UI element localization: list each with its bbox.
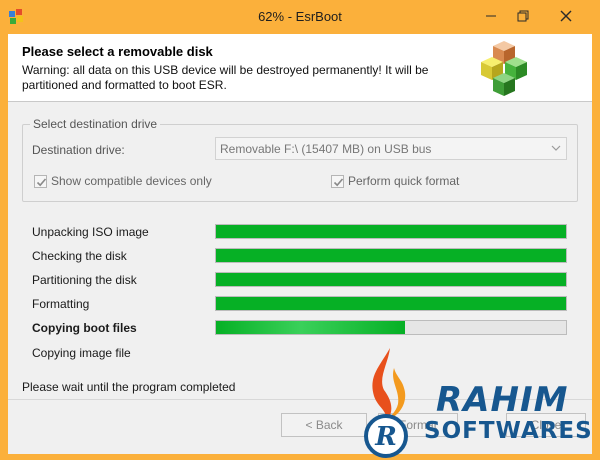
step-label: Unpacking ISO image [32, 225, 149, 239]
step-progress-bar [215, 296, 567, 311]
chevron-down-icon [551, 145, 561, 151]
progress-fill [216, 225, 566, 238]
flame-r-logo: R [364, 348, 408, 458]
show-compatible-checkbox[interactable]: Show compatible devices only [34, 174, 212, 188]
destination-group [22, 124, 578, 202]
esrboot-window: 62% - EsrBoot Please select a removable … [0, 0, 600, 460]
destination-drive-label: Destination drive: [32, 143, 125, 157]
checkbox-check-icon [34, 174, 47, 188]
step-progress-bar [215, 248, 567, 263]
quick-format-label: Perform quick format [348, 174, 460, 188]
step-progress-bar [215, 320, 567, 335]
header-warning: Warning: all data on this USB device wil… [22, 63, 429, 92]
step-label: Checking the disk [32, 249, 127, 263]
step-progress-bar [215, 224, 567, 239]
status-text: Please wait until the program completed [22, 380, 236, 394]
progress-fill [216, 273, 566, 286]
close-icon[interactable] [542, 4, 590, 28]
progress-fill [216, 249, 566, 262]
wizard-header: Please select a removable disk Warning: … [8, 34, 592, 102]
step-label: Formatting [32, 297, 90, 311]
progress-fill [216, 297, 566, 310]
step-label: Copying image file [32, 346, 131, 360]
title-bar[interactable]: 62% - EsrBoot [0, 0, 600, 34]
watermark-subtitle: SOFTWARES [424, 418, 593, 444]
step-progress-bar [215, 272, 567, 287]
minimize-icon[interactable] [478, 4, 504, 28]
header-title: Please select a removable disk [22, 44, 213, 59]
progress-fill [216, 321, 405, 334]
show-compatible-label: Show compatible devices only [51, 174, 212, 188]
destination-drive-select[interactable]: Removable F:\ (15407 MB) on USB bus [215, 137, 567, 160]
step-label-active: Copying boot files [32, 321, 137, 335]
checkbox-check-icon [331, 174, 344, 188]
watermark: R RAHIM SOFTWARES [350, 340, 600, 460]
cubes-logo [481, 41, 527, 96]
svg-text:R: R [374, 422, 397, 452]
watermark-name: RAHIM [436, 380, 569, 420]
maximize-icon[interactable] [510, 4, 536, 28]
step-label: Partitioning the disk [32, 273, 137, 287]
quick-format-checkbox[interactable]: Perform quick format [331, 174, 459, 188]
destination-group-label: Select destination drive [30, 117, 161, 131]
destination-drive-value: Removable F:\ (15407 MB) on USB bus [220, 142, 432, 156]
